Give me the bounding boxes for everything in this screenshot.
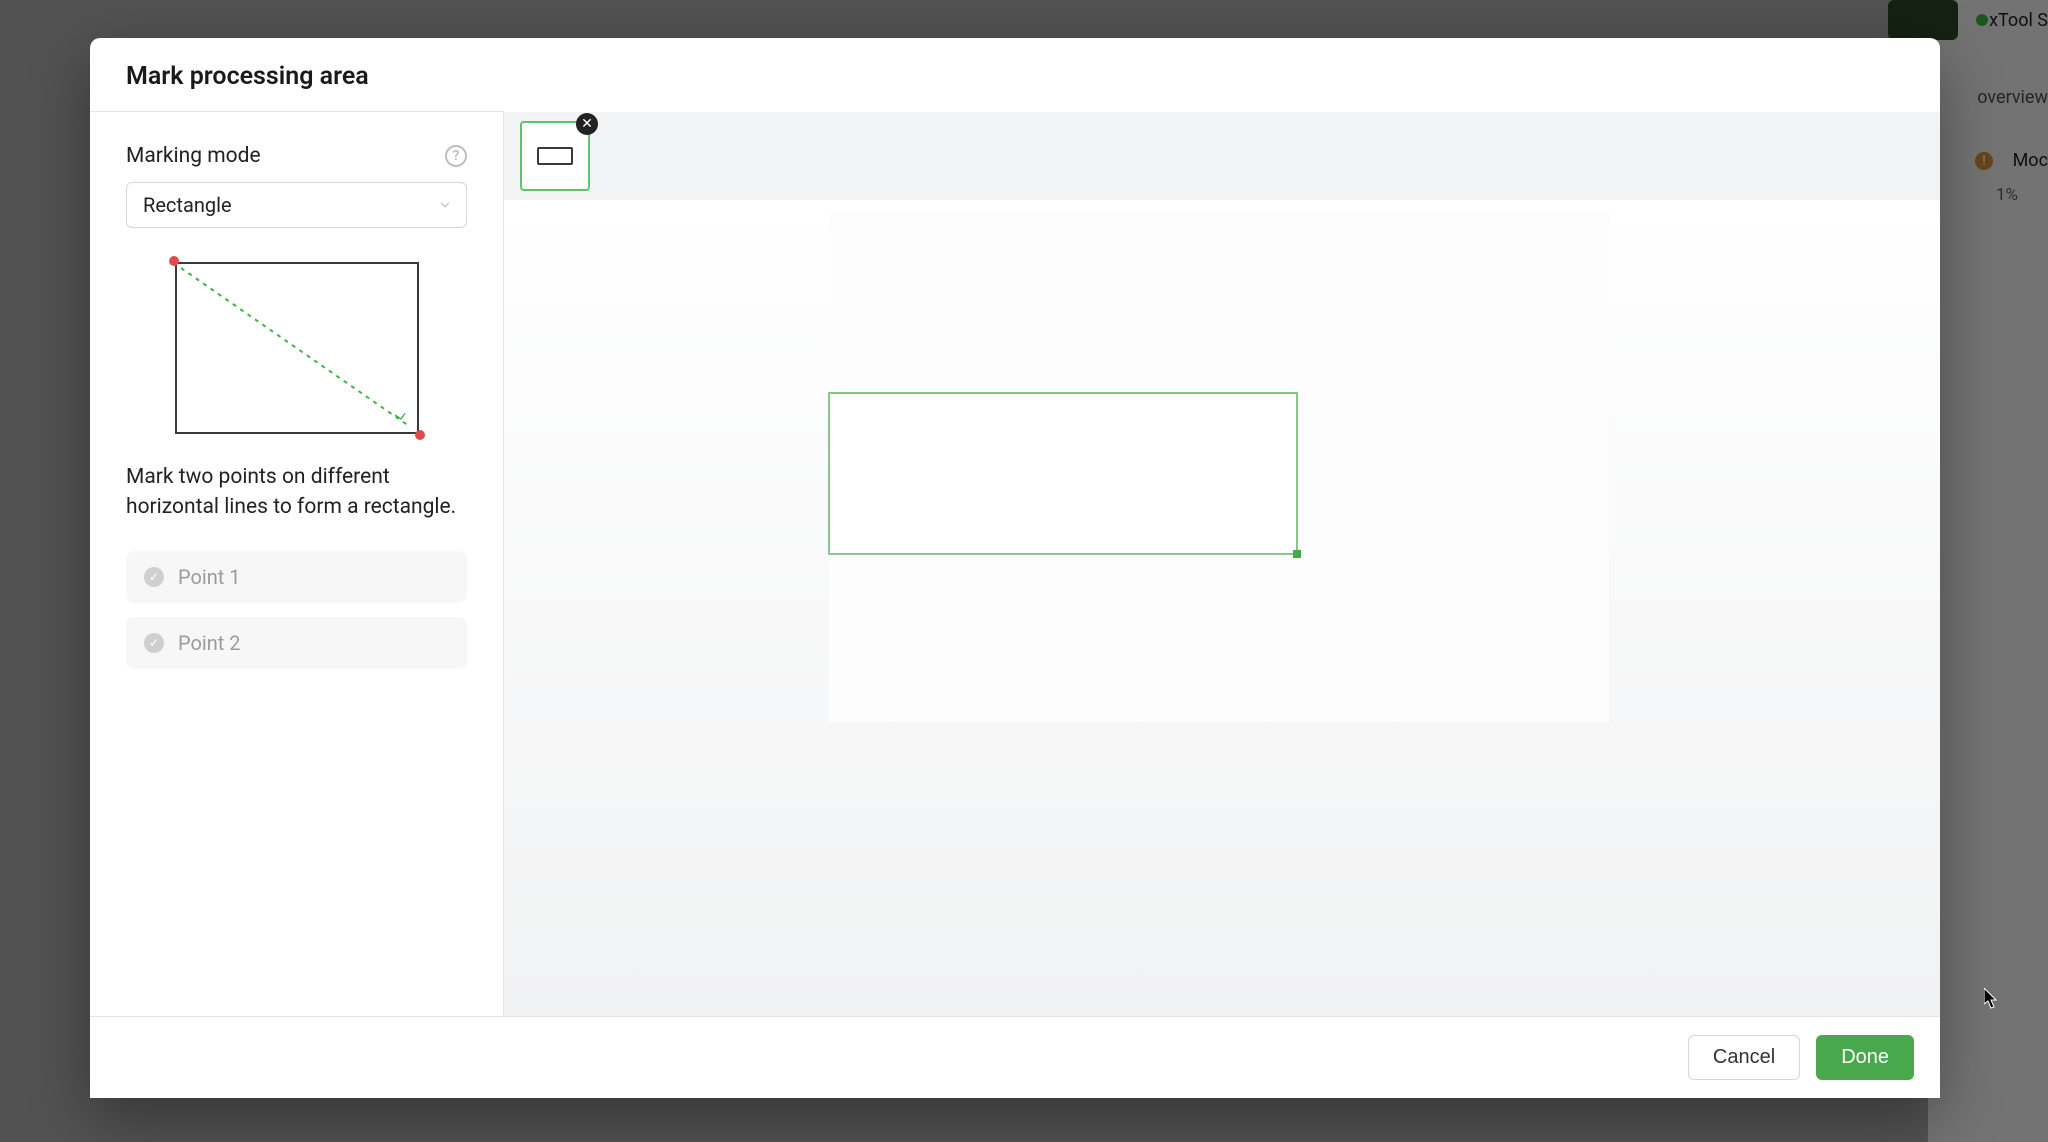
canvas-area: ✕ bbox=[504, 112, 1940, 1016]
modal-footer: Cancel Done bbox=[90, 1016, 1940, 1098]
mark-processing-area-modal: Mark processing area Marking mode ? Rect… bbox=[90, 38, 1940, 1098]
point-2-label: Point 2 bbox=[178, 631, 241, 655]
mode-diagram bbox=[175, 262, 419, 434]
resize-handle-icon[interactable] bbox=[1293, 550, 1301, 558]
marking-mode-row: Marking mode ? bbox=[126, 144, 467, 168]
marking-mode-value: Rectangle bbox=[143, 193, 232, 217]
point-1-row[interactable]: Point 1 bbox=[126, 551, 467, 603]
modal-title: Mark processing area bbox=[126, 62, 468, 91]
diagram-diagonal-line bbox=[177, 264, 421, 436]
modal-header: Mark processing area bbox=[90, 38, 504, 112]
checkmark-icon bbox=[144, 567, 164, 587]
area-thumbnail-1[interactable]: ✕ bbox=[520, 121, 590, 191]
workspace[interactable] bbox=[504, 200, 1940, 1016]
thumbnail-shape-icon bbox=[537, 147, 573, 165]
checkmark-icon bbox=[144, 633, 164, 653]
diagram-point2-dot bbox=[415, 430, 425, 440]
diagram-point1-dot bbox=[169, 256, 179, 266]
marking-mode-label: Marking mode bbox=[126, 144, 261, 168]
marking-mode-select[interactable]: Rectangle bbox=[126, 182, 467, 228]
point-2-row[interactable]: Point 2 bbox=[126, 617, 467, 669]
help-icon[interactable]: ? bbox=[445, 145, 467, 167]
close-icon[interactable]: ✕ bbox=[576, 113, 598, 135]
thumbnail-strip: ✕ bbox=[504, 112, 1940, 200]
sidebar: Marking mode ? Rectangle bbox=[90, 112, 504, 1016]
done-button[interactable]: Done bbox=[1816, 1035, 1914, 1080]
mouse-cursor-icon bbox=[1984, 988, 2000, 1010]
point-1-label: Point 1 bbox=[178, 565, 241, 589]
diagram-rect bbox=[175, 262, 419, 434]
cancel-button[interactable]: Cancel bbox=[1688, 1035, 1800, 1080]
marked-rectangle[interactable] bbox=[828, 392, 1298, 555]
instruction-text: Mark two points on different horizontal … bbox=[126, 462, 467, 523]
modal-body: Marking mode ? Rectangle bbox=[90, 112, 1940, 1016]
chevron-down-icon bbox=[438, 193, 452, 217]
